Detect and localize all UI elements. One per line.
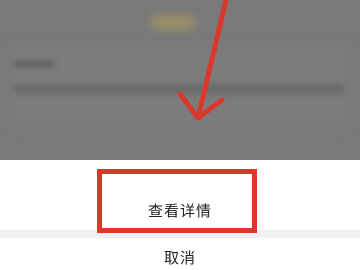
screen: 查看详情 取消 bbox=[0, 0, 360, 270]
dimmed-background bbox=[0, 0, 360, 160]
sheet-divider bbox=[0, 230, 360, 238]
view-details-button[interactable]: 查看详情 bbox=[0, 188, 360, 232]
cancel-button[interactable]: 取消 bbox=[0, 244, 360, 270]
overlay-scrim[interactable] bbox=[0, 0, 360, 160]
